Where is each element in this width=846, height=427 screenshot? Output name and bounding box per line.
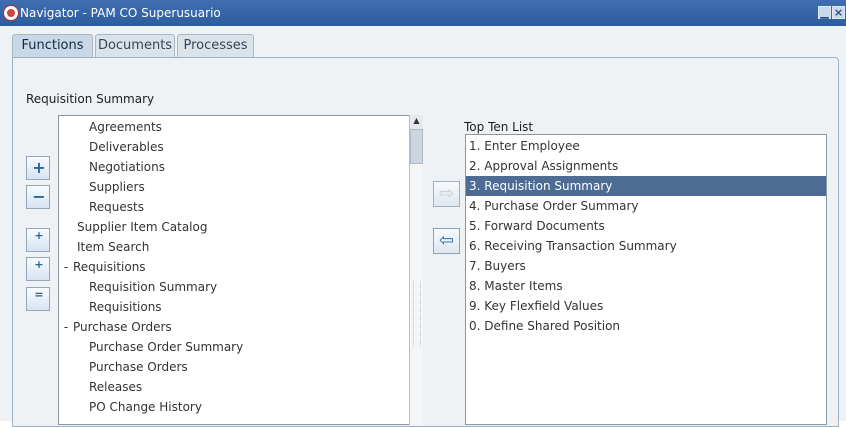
collapse-node-icon[interactable]: - (61, 317, 71, 337)
tree-item-label: Purchase Orders (73, 320, 172, 334)
tree-item-label: Negotiations (89, 160, 165, 174)
tree-item-label: Agreements (89, 120, 162, 134)
function-tree[interactable]: Agreements Deliverables Negotiations Sup… (58, 115, 423, 425)
tree-item[interactable]: Requests (89, 197, 144, 217)
window-title: Navigator - PAM CO Superusuario (20, 6, 221, 20)
tree-item[interactable]: Requisitions (89, 297, 162, 317)
top-ten-item[interactable]: 5. Forward Documents (466, 216, 826, 236)
plus-icon: + (32, 158, 46, 177)
tree-item-label: Purchase Order Summary (89, 340, 244, 354)
window-titlebar: Navigator - PAM CO Superusuario ▁ × (0, 0, 846, 26)
collapse-all-icon: = (34, 288, 44, 301)
collapse-button[interactable]: − (26, 185, 50, 209)
expand-branch-icon: + (34, 229, 44, 242)
collapse-node-icon[interactable]: - (61, 257, 71, 277)
up-arrow-icon[interactable]: ▲ (410, 115, 423, 129)
top-ten-item[interactable]: 0. Define Shared Position (466, 316, 826, 336)
tree-item-label: Requisitions (89, 300, 162, 314)
tree-item[interactable]: Supplier Item Catalog (77, 217, 207, 237)
tree-item[interactable]: Suppliers (89, 177, 145, 197)
tree-item[interactable]: Agreements (89, 117, 162, 137)
tree-item-label: Requisitions (73, 260, 146, 274)
top-ten-item[interactable]: 9. Key Flexfield Values (466, 296, 826, 316)
tree-item-label: Suppliers (89, 180, 145, 194)
left-arrow-icon: ⇦ (438, 230, 455, 251)
close-button[interactable]: × (832, 6, 845, 19)
top-ten-item[interactable]: 7. Buyers (466, 256, 826, 276)
tab-functions[interactable]: Functions (12, 34, 93, 59)
tree-item-label: Item Search (77, 240, 150, 254)
tab-processes[interactable]: Processes (177, 34, 254, 58)
navigator-content: Functions Documents Processes Requisitio… (0, 26, 846, 427)
scroll-thumb[interactable] (410, 129, 423, 164)
tree-scrollbar[interactable]: ▲ (409, 115, 423, 425)
close-icon: × (833, 6, 844, 19)
tree-item[interactable]: Item Search (77, 237, 149, 257)
top-ten-item-selected[interactable]: 3. Requisition Summary (466, 176, 826, 196)
tree-item-label: Purchase Orders (89, 360, 188, 374)
selected-function-label: Requisition Summary (26, 92, 155, 106)
right-arrow-icon: ⇨ (438, 183, 455, 204)
pane-splitter[interactable] (413, 281, 421, 346)
expand-branch-button[interactable]: + (26, 228, 50, 252)
tree-item[interactable]: Requisition Summary (89, 277, 217, 297)
top-ten-item[interactable]: 6. Receiving Transaction Summary (466, 236, 826, 256)
top-ten-list[interactable]: 1. Enter Employee 2. Approval Assignment… (465, 134, 827, 425)
expand-button[interactable]: + (26, 156, 50, 180)
tree-item-label: Supplier Item Catalog (77, 220, 208, 234)
remove-from-top-ten-button[interactable]: ⇦ (433, 228, 460, 254)
tree-item-label: Requisition Summary (89, 280, 218, 294)
tab-documents[interactable]: Documents (95, 34, 175, 58)
tree-item[interactable]: Deliverables (89, 137, 164, 157)
top-ten-item[interactable]: 1. Enter Employee (466, 136, 826, 156)
minus-icon: − (32, 187, 46, 206)
tree-item[interactable]: Purchase Order Summary (89, 337, 243, 357)
collapse-all-button[interactable]: = (26, 287, 50, 311)
minimize-icon: ▁ (820, 6, 829, 19)
minimize-button[interactable]: ▁ (818, 6, 831, 19)
expand-all-button[interactable]: + (26, 257, 50, 281)
tree-item-label: Deliverables (89, 140, 164, 154)
tree-item[interactable]: Purchase Orders (89, 357, 188, 377)
top-ten-item[interactable]: 4. Purchase Order Summary (466, 196, 826, 216)
tree-item-label: Releases (89, 380, 143, 394)
top-ten-item[interactable]: 8. Master Items (466, 276, 826, 296)
tree-item[interactable]: Releases (89, 377, 142, 397)
expand-all-icon: + (34, 258, 44, 271)
top-ten-item[interactable]: 2. Approval Assignments (466, 156, 826, 176)
oracle-app-icon (3, 5, 19, 21)
tree-item-label: Requests (89, 200, 144, 214)
top-ten-label: Top Ten List (464, 120, 534, 134)
tree-item[interactable]: Negotiations (89, 157, 165, 177)
tree-item-label: PO Change History (89, 400, 202, 414)
add-to-top-ten-button[interactable]: ⇨ (433, 181, 460, 207)
tree-item[interactable]: PO Change History (89, 397, 202, 417)
